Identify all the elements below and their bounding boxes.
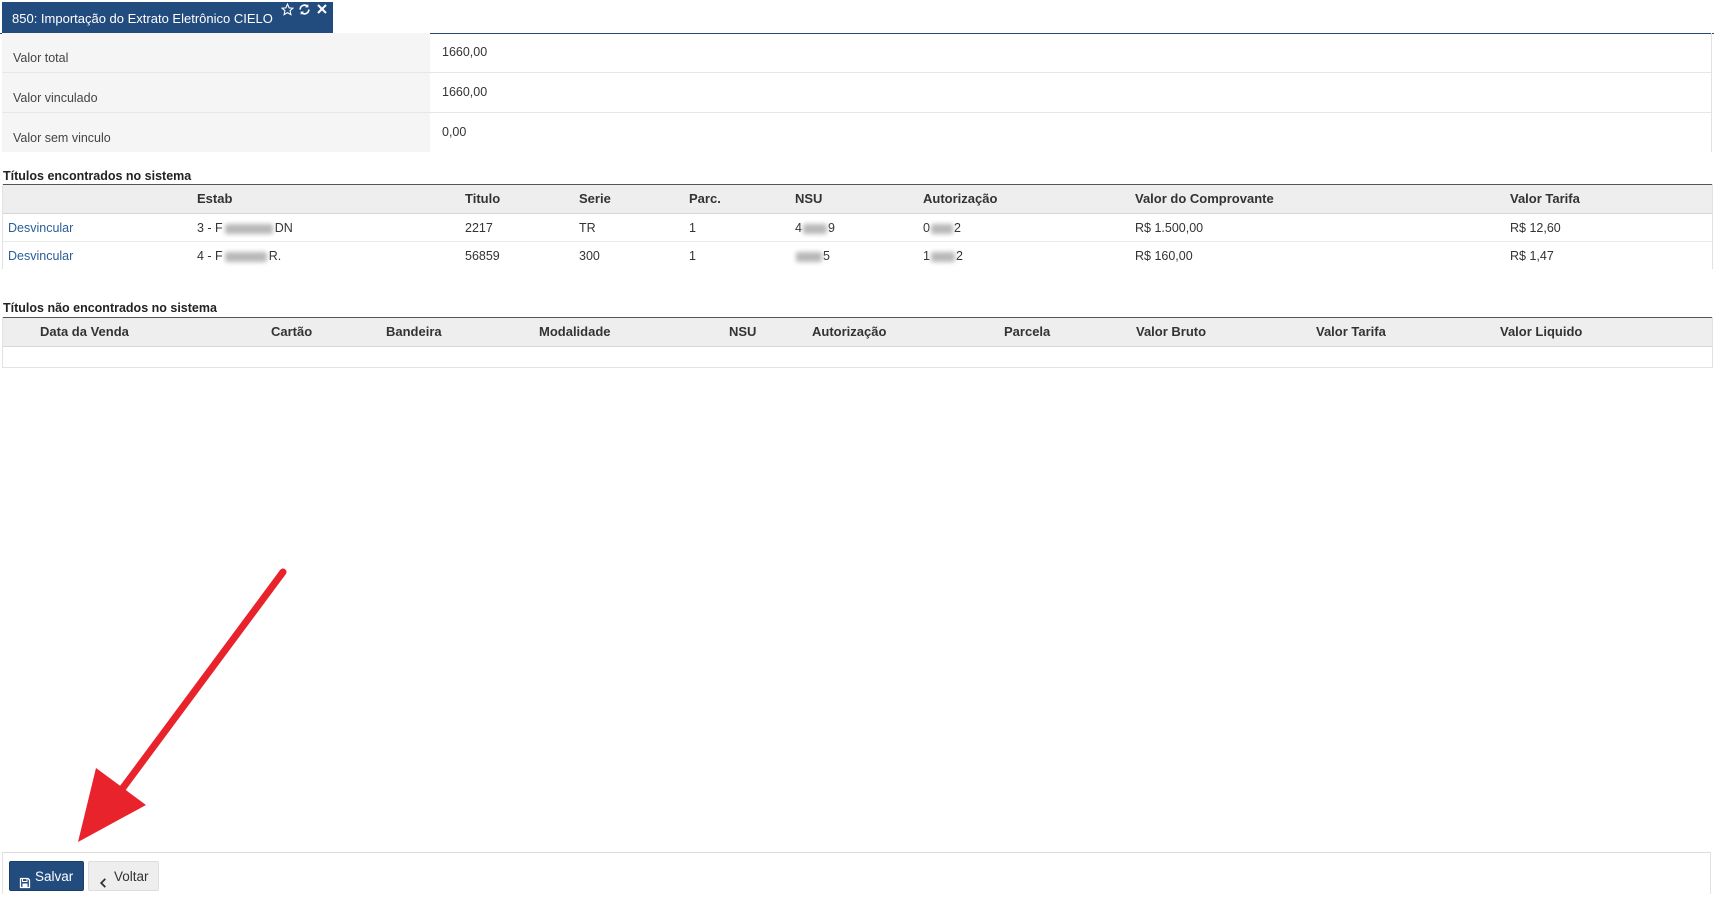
col-valor-tarifa[interactable]: Valor Tarifa xyxy=(1316,324,1386,339)
col-cartao[interactable]: Cartão xyxy=(271,324,312,339)
close-icon[interactable] xyxy=(316,3,328,17)
col-valor-bruto[interactable]: Valor Bruto xyxy=(1136,324,1206,339)
found-table: Estab Titulo Serie Parc. NSU Autorização… xyxy=(2,184,1713,269)
cell-parc: 1 xyxy=(689,249,696,263)
cell-nsu: 5 xyxy=(795,249,830,263)
summary-panel: Valor total 1660,00 Valor vinculado 1660… xyxy=(2,33,1712,152)
redacted-block xyxy=(796,251,822,262)
tab-bar: 850: Importação do Extrato Eletrônico CI… xyxy=(0,0,1714,34)
desvincular-link[interactable]: Desvincular xyxy=(8,221,73,235)
redacted-block xyxy=(930,223,953,234)
col-serie[interactable]: Serie xyxy=(579,191,611,206)
redacted-block xyxy=(224,251,267,262)
summary-value: 1660,00 xyxy=(442,45,488,59)
save-button[interactable]: Salvar xyxy=(9,861,84,891)
cell-aut-prefix: 0 xyxy=(923,221,930,235)
tab-title: 850: Importação do Extrato Eletrônico CI… xyxy=(12,11,273,26)
tab-extrato-cielo[interactable]: 850: Importação do Extrato Eletrônico CI… xyxy=(2,2,333,33)
floppy-disk-icon xyxy=(19,870,31,900)
summary-label: Valor sem vinculo xyxy=(2,113,430,152)
table-row: Desvincular 4 - F R. 56859 300 1 5 12 R$ … xyxy=(3,242,1712,269)
cell-valor-comprovante: R$ 1.500,00 xyxy=(1135,221,1204,235)
cell-estab-prefix: 3 - F xyxy=(197,221,223,235)
cell-estab-suffix: DN xyxy=(274,221,293,235)
cell-serie: TR xyxy=(579,221,596,235)
notfound-section-title: Títulos não encontrados no sistema xyxy=(3,301,217,315)
summary-row-sem-vinculo: Valor sem vinculo 0,00 xyxy=(2,113,1711,152)
redacted-block xyxy=(930,251,955,262)
cell-nsu-prefix: 4 xyxy=(795,221,802,235)
star-icon[interactable] xyxy=(281,3,294,17)
cell-estab: 3 - F DN xyxy=(197,221,293,235)
cell-aut-suffix: 2 xyxy=(955,249,963,263)
back-button[interactable]: Voltar xyxy=(88,861,159,891)
redacted-block xyxy=(802,223,827,234)
col-parc[interactable]: Parc. xyxy=(689,191,721,206)
cell-aut-suffix: 2 xyxy=(953,221,961,235)
cell-estab: 4 - F R. xyxy=(197,249,281,263)
back-button-label: Voltar xyxy=(114,869,149,884)
col-valor-comprovante[interactable]: Valor do Comprovante xyxy=(1135,191,1274,206)
cell-parc: 1 xyxy=(689,221,696,235)
redacted-block xyxy=(224,223,273,234)
cell-estab-prefix: 4 - F xyxy=(197,249,223,263)
notfound-table: Data da Venda Cartão Bandeira Modalidade… xyxy=(2,317,1713,368)
col-autorizacao[interactable]: Autorização xyxy=(923,191,997,206)
footer-toolbar: Salvar Voltar xyxy=(2,852,1711,894)
save-button-label: Salvar xyxy=(35,869,74,884)
table-row: Desvincular 3 - F DN 2217 TR 1 49 02 R$ 1… xyxy=(3,214,1712,242)
cell-valor-tarifa: R$ 12,60 xyxy=(1510,221,1561,235)
found-table-header: Estab Titulo Serie Parc. NSU Autorização… xyxy=(3,184,1712,214)
summary-row-total: Valor total 1660,00 xyxy=(2,33,1711,73)
cell-autorizacao: 12 xyxy=(923,249,963,263)
cell-titulo: 56859 xyxy=(465,249,500,263)
cell-titulo: 2217 xyxy=(465,221,493,235)
col-autorizacao[interactable]: Autorização xyxy=(812,324,886,339)
cell-nsu-suffix: 9 xyxy=(827,221,835,235)
col-estab[interactable]: Estab xyxy=(197,191,232,206)
summary-value: 1660,00 xyxy=(442,85,488,99)
summary-label: Valor vinculado xyxy=(2,73,430,112)
col-modalidade[interactable]: Modalidade xyxy=(539,324,611,339)
col-valor-tarifa[interactable]: Valor Tarifa xyxy=(1510,191,1580,206)
cell-autorizacao: 02 xyxy=(923,221,961,235)
cell-aut-prefix: 1 xyxy=(923,249,930,263)
cell-valor-tarifa: R$ 1,47 xyxy=(1510,249,1554,263)
cell-nsu-suffix: 5 xyxy=(823,249,830,263)
cell-valor-comprovante: R$ 160,00 xyxy=(1135,249,1193,263)
summary-row-vinculado: Valor vinculado 1660,00 xyxy=(2,73,1711,113)
summary-label: Valor total xyxy=(2,33,430,72)
col-nsu[interactable]: NSU xyxy=(729,324,756,339)
col-valor-liquido[interactable]: Valor Liquido xyxy=(1500,324,1582,339)
col-nsu[interactable]: NSU xyxy=(795,191,822,206)
notfound-table-header: Data da Venda Cartão Bandeira Modalidade… xyxy=(3,317,1712,347)
found-section-title: Títulos encontrados no sistema xyxy=(3,169,192,183)
chevron-left-icon xyxy=(98,870,109,900)
col-bandeira[interactable]: Bandeira xyxy=(386,324,442,339)
col-data-venda[interactable]: Data da Venda xyxy=(40,324,129,339)
cell-serie: 300 xyxy=(579,249,600,263)
cell-estab-suffix: R. xyxy=(268,249,282,263)
refresh-icon[interactable] xyxy=(298,3,311,17)
desvincular-link[interactable]: Desvincular xyxy=(8,249,73,263)
col-parcela[interactable]: Parcela xyxy=(1004,324,1050,339)
cell-nsu: 49 xyxy=(795,221,835,235)
col-titulo[interactable]: Titulo xyxy=(465,191,500,206)
summary-value: 0,00 xyxy=(442,125,467,139)
